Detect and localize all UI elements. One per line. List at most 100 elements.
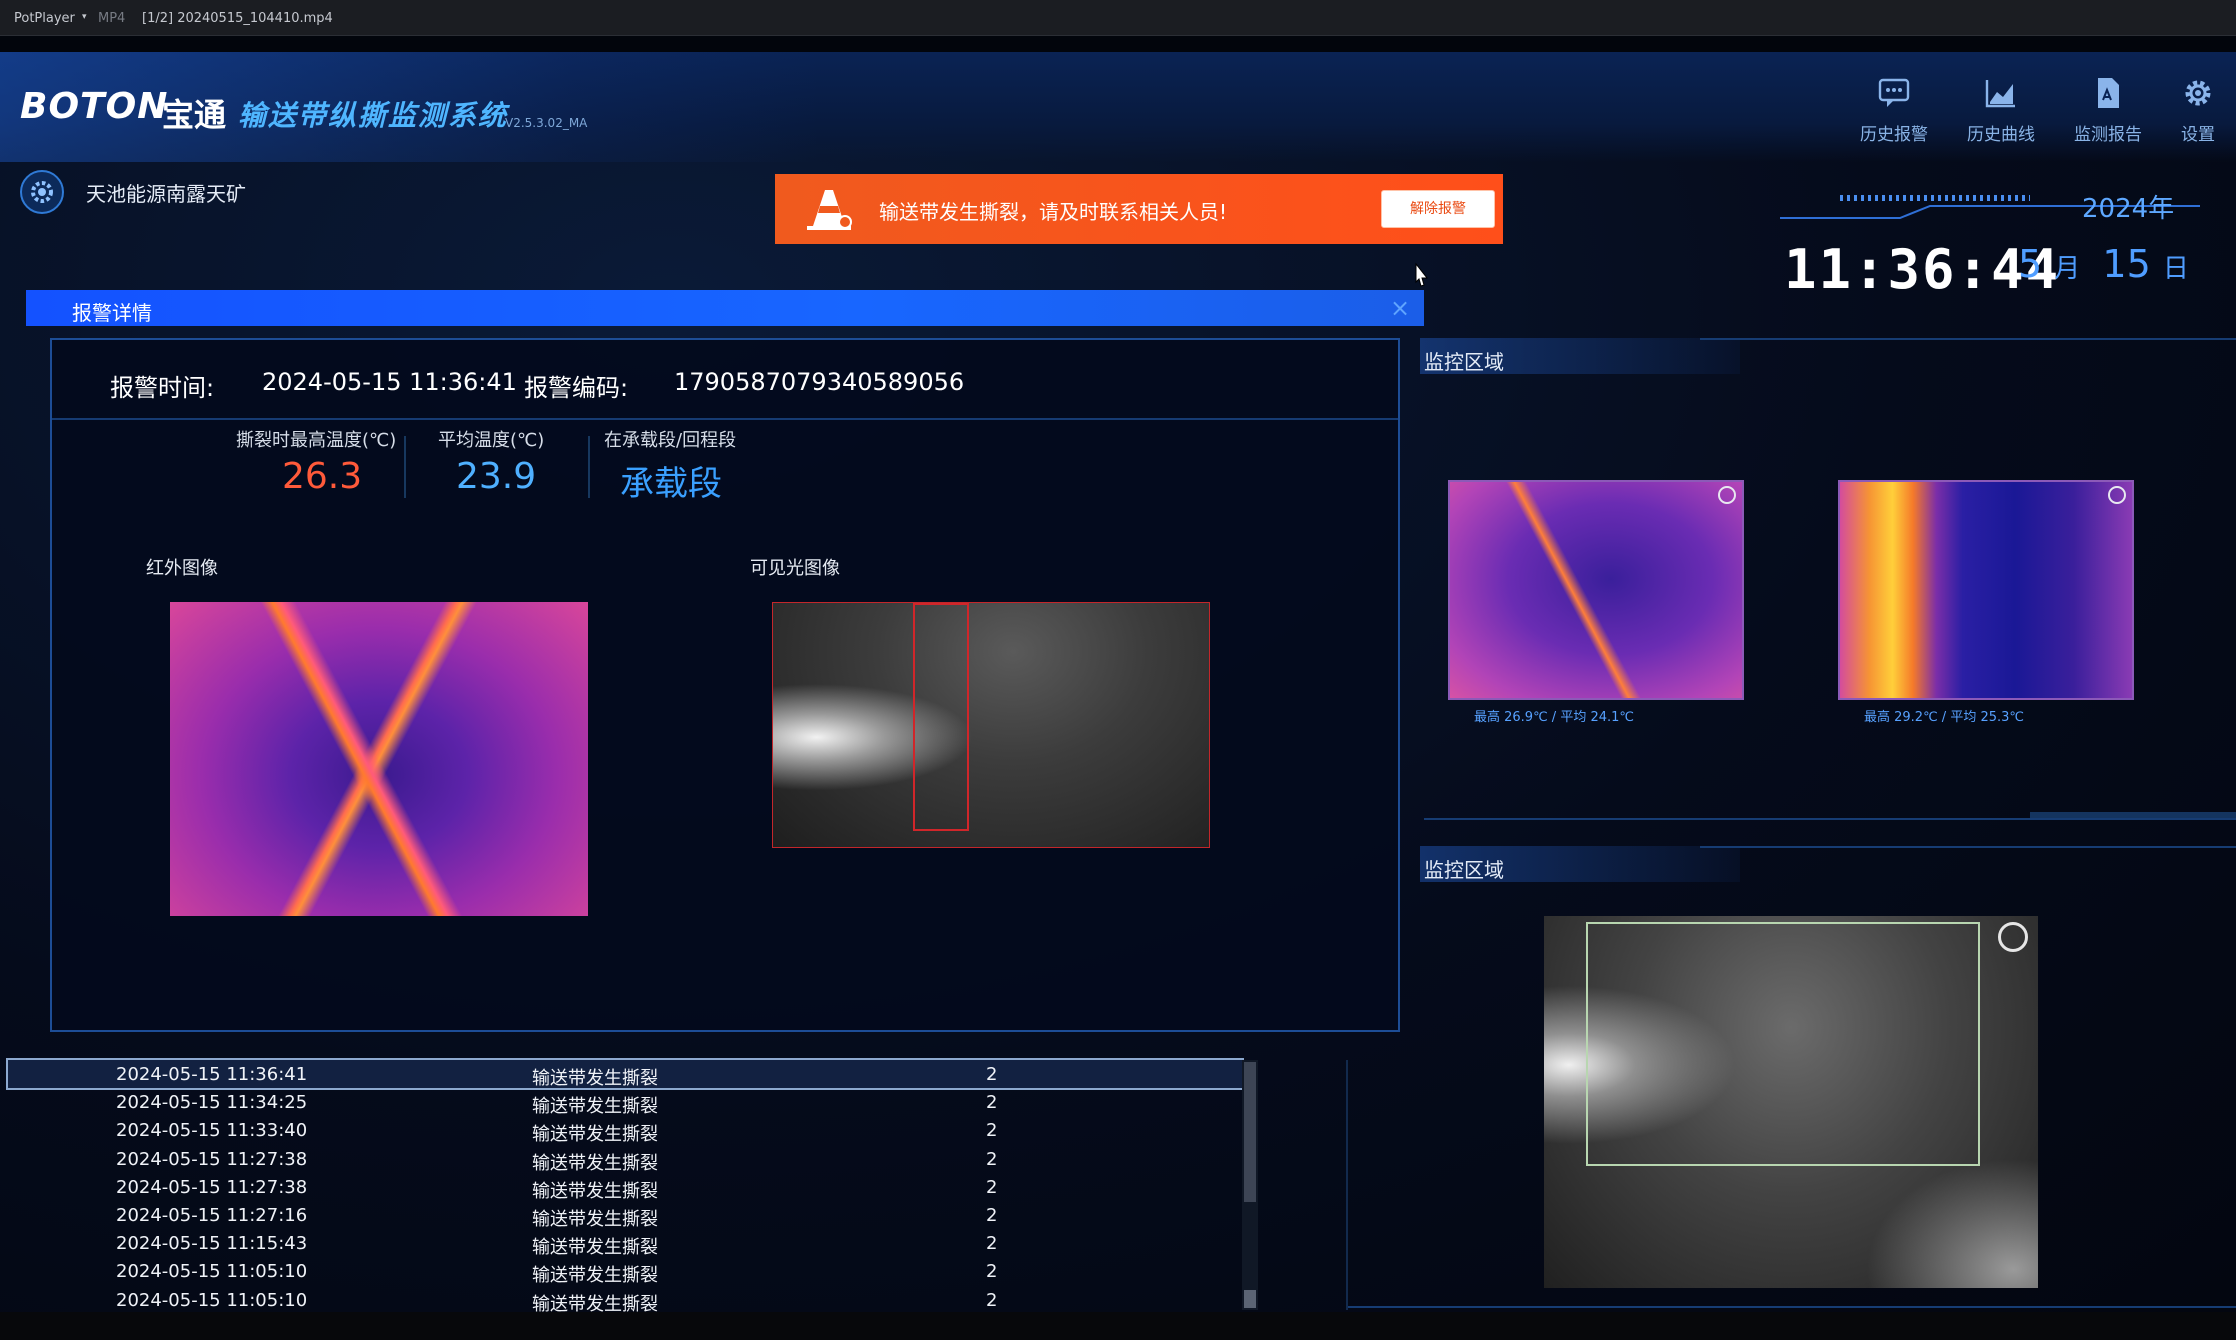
- alarm-time-cell: 2024-05-15 11:05:10: [116, 1261, 308, 1283]
- alarm-list: 2024-05-15 11:36:41 输送带发生撕裂 2 2024-05-15 11…: [6, 1057, 1244, 1315]
- alarm-time-label: 报警时间:: [110, 374, 215, 402]
- visible-image-label: 可见光图像: [750, 558, 840, 579]
- mouse-cursor-icon: [1415, 262, 1429, 287]
- ir-camera-2-caption: 最高 29.2℃ / 平均 25.3℃: [1864, 710, 2024, 725]
- table-row[interactable]: 2024-05-15 11:36:41 输送带发生撕裂 2: [6, 1057, 1244, 1091]
- version-label: V2.5.3.02_MA: [505, 116, 588, 130]
- alarm-time-cell: 2024-05-15 11:27:38: [116, 1148, 308, 1170]
- alarm-time-cell: 2024-05-15 11:33:40: [116, 1120, 308, 1142]
- nav-history-alarm[interactable]: 历史报警: [1846, 76, 1942, 145]
- player-menu-arrow[interactable]: ▾: [82, 12, 87, 22]
- line-chart-icon: [1985, 80, 2015, 108]
- alarm-time-cell: 2024-05-15 11:27:16: [116, 1204, 308, 1226]
- player-app-menu[interactable]: PotPlayer: [14, 11, 75, 26]
- max-temp-label: 撕裂时最高温度(℃): [236, 430, 397, 451]
- ir-image-label: 红外图像: [146, 558, 218, 579]
- clock-date: 5 月 15 日: [2018, 242, 2189, 286]
- ir-camera-1[interactable]: [1448, 480, 1744, 700]
- document-icon: [2098, 78, 2119, 108]
- camera-refresh-icon[interactable]: [1718, 486, 1736, 504]
- alarm-time-cell: 2024-05-15 11:27:38: [116, 1176, 308, 1198]
- tear-detection-box: [913, 603, 969, 831]
- alarm-code-value: 1790587079340589056: [674, 368, 965, 396]
- max-temp-value: 26.3: [282, 456, 363, 497]
- table-row[interactable]: 2024-05-15 11:05:10 输送带发生撕裂 2: [8, 1257, 1242, 1286]
- alarm-time-cell: 2024-05-15 11:05:10: [116, 1289, 308, 1311]
- dismiss-alarm-button[interactable]: 解除报警: [1381, 190, 1495, 228]
- nav-history-curve-label: 历史曲线: [1967, 125, 2035, 145]
- nav-settings[interactable]: 设置: [2150, 76, 2236, 145]
- nav-history-curve[interactable]: 历史曲线: [1953, 76, 2049, 145]
- header: BOTON 宝通 输送带纵撕监测系统 V2.5.3.02_MA 历史报警 历史曲…: [0, 52, 2236, 162]
- clock-month: 5: [2018, 242, 2043, 286]
- nav-monitor-report[interactable]: 监测报告: [2060, 76, 2156, 145]
- zone-title-2: 监控区域: [1424, 858, 1504, 882]
- alarm-time-value: 2024-05-15 11:36:41: [262, 368, 517, 396]
- alarm-count-cell: 2: [986, 1092, 998, 1114]
- chat-icon: [1878, 78, 1910, 107]
- table-row[interactable]: 2024-05-15 11:27:38 输送带发生撕裂 2: [8, 1173, 1242, 1202]
- close-icon[interactable]: ×: [1390, 294, 1410, 322]
- alarm-event-cell: 输送带发生撕裂: [532, 1068, 658, 1089]
- clock-day: 15: [2102, 242, 2151, 286]
- year-label: 2024年: [2082, 194, 2175, 224]
- system-title: 输送带纵撕监测系统: [238, 99, 509, 132]
- alarm-count-cell: 2: [986, 1120, 998, 1142]
- alarm-count-cell: 2: [986, 1289, 998, 1311]
- alarm-code-label: 报警编码:: [524, 374, 629, 402]
- alarm-time-cell: 2024-05-15 11:34:25: [116, 1092, 308, 1114]
- table-row[interactable]: 2024-05-15 11:34:25 输送带发生撕裂 2: [8, 1088, 1242, 1118]
- alert-message: 输送带发生撕裂，请及时联系相关人员!: [879, 200, 1228, 224]
- player-title-bar: PotPlayer ▾ MP4 [1/2] 20240515_104410.mp…: [0, 0, 2236, 36]
- site-gear-icon[interactable]: [20, 170, 64, 214]
- scrollbar-end[interactable]: [1244, 1290, 1256, 1308]
- table-row[interactable]: 2024-05-15 11:33:40 输送带发生撕裂 2: [8, 1116, 1242, 1146]
- nav-history-alarm-label: 历史报警: [1860, 125, 1928, 145]
- alarm-detail-title: 报警详情: [72, 301, 152, 325]
- alarm-detail-header: 报警详情 ×: [26, 290, 1424, 326]
- nav-settings-label: 设置: [2181, 125, 2215, 145]
- alarm-count-cell: 2: [986, 1176, 998, 1198]
- alarm-time-cell: 2024-05-15 11:15:43: [116, 1233, 308, 1255]
- ir-camera-2[interactable]: [1838, 480, 2134, 700]
- alarm-count-cell: 2: [986, 1064, 998, 1085]
- table-row[interactable]: 2024-05-15 11:27:16 输送带发生撕裂 2: [8, 1201, 1242, 1230]
- player-file-name: [1/2] 20240515_104410.mp4: [142, 11, 333, 26]
- alarm-detail-body: 报警时间: 2024-05-15 11:36:41 报警编码: 17905870…: [50, 338, 1400, 1032]
- alarm-count-cell: 2: [986, 1204, 998, 1226]
- alarm-event-cell: 输送带发生撕裂: [532, 1096, 658, 1118]
- table-row[interactable]: 2024-05-15 11:27:38 输送带发生撕裂 2: [8, 1145, 1242, 1174]
- player-format: MP4: [98, 11, 126, 26]
- ir-image: [170, 602, 588, 916]
- alarm-event-cell: 输送带发生撕裂: [532, 1124, 658, 1146]
- alarm-event-cell: 输送带发生撕裂: [532, 1208, 658, 1230]
- camera-refresh-icon[interactable]: [1998, 922, 2028, 952]
- visible-image: [772, 602, 1210, 848]
- gear-icon: [2185, 80, 2211, 106]
- table-row[interactable]: 2024-05-15 11:15:43 输送带发生撕裂 2: [8, 1229, 1242, 1259]
- brand-cn: 宝通: [162, 96, 227, 134]
- scrollbar-thumb[interactable]: [1244, 1062, 1256, 1202]
- alarm-event-cell: 输送带发生撕裂: [532, 1180, 658, 1202]
- zone-title-1: 监控区域: [1424, 350, 1504, 374]
- player-control-bar: [0, 1312, 2236, 1340]
- segment-value: 承载段: [620, 464, 722, 504]
- camera-refresh-icon[interactable]: [2108, 486, 2126, 504]
- segment-label: 在承载段/回程段: [604, 430, 737, 451]
- nav-monitor-report-label: 监测报告: [2074, 125, 2142, 145]
- clock-day-unit: 日: [2162, 254, 2189, 284]
- site-name: 天池能源南露天矿: [86, 182, 246, 206]
- brand-logo: BOTON: [20, 86, 169, 127]
- avg-temp-label: 平均温度(℃): [438, 430, 545, 451]
- visible-camera-right[interactable]: [1544, 916, 2038, 1288]
- detection-region: [1586, 922, 1980, 1166]
- avg-temp-value: 23.9: [456, 456, 537, 497]
- alarm-event-cell: 输送带发生撕裂: [532, 1152, 658, 1174]
- warning-cone-icon: [807, 190, 852, 230]
- alarm-event-cell: 输送带发生撕裂: [532, 1237, 658, 1259]
- ir-camera-1-caption: 最高 26.9℃ / 平均 24.1℃: [1474, 710, 1634, 725]
- alert-banner: 输送带发生撕裂，请及时联系相关人员! 解除报警: [775, 174, 1503, 244]
- clock-month-unit: 月: [2054, 254, 2081, 284]
- table-row[interactable]: 2024-05-15 11:05:10 输送带发生撕裂 2: [8, 1286, 1242, 1315]
- alarm-time-cell: 2024-05-15 11:36:41: [116, 1064, 308, 1085]
